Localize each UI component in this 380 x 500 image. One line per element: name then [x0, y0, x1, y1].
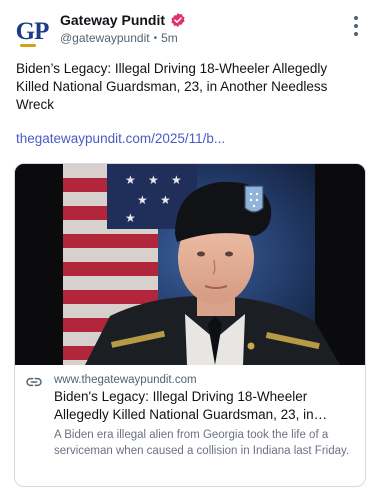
card-photo: ★ ★ ★ ★ ★ ★ [15, 164, 365, 365]
verified-badge-icon [170, 12, 186, 28]
svg-text:★: ★ [171, 173, 182, 187]
more-options-dot [354, 32, 358, 36]
card-title[interactable]: Biden's Legacy: Illegal Driving 18-Wheel… [54, 388, 359, 424]
svg-text:★: ★ [137, 193, 148, 207]
card-info[interactable]: www.thegatewaypundit.com Biden's Legacy:… [15, 365, 365, 486]
card-image[interactable]: ★ ★ ★ ★ ★ ★ [15, 164, 365, 365]
svg-text:★: ★ [160, 193, 171, 207]
post-link[interactable]: thegatewaypundit.com/2025/11/b... [16, 131, 225, 146]
more-options-button[interactable] [348, 16, 364, 36]
card-domain: www.thegatewaypundit.com [54, 374, 197, 386]
post[interactable]: GP Gateway Pundit @gatewaypundit • 5m Bi… [0, 0, 380, 500]
avatar-swoosh [20, 44, 36, 47]
author-name-line: Gateway Pundit [60, 12, 186, 28]
svg-text:★: ★ [125, 173, 136, 187]
avatar[interactable]: GP [14, 14, 50, 50]
author-meta-line: @gatewaypundit • 5m [60, 31, 178, 45]
link-preview-card[interactable]: ★ ★ ★ ★ ★ ★ www.thegatewaypundit.com Bid… [14, 163, 366, 487]
card-description: A Biden era illegal alien from Georgia t… [54, 429, 350, 457]
meta-separator: • [153, 32, 158, 44]
more-options-icon [354, 16, 358, 20]
post-text: Biden’s Legacy: Illegal Driving 18-Wheel… [16, 61, 328, 112]
avatar-logo-text: GP [15, 18, 50, 45]
more-options-dot [354, 24, 358, 28]
author-handle[interactable]: @gatewaypundit [60, 31, 150, 45]
author-display-name[interactable]: Gateway Pundit [60, 12, 165, 28]
svg-text:★: ★ [148, 173, 159, 187]
svg-text:★: ★ [125, 211, 136, 225]
post-time[interactable]: 5m [161, 31, 178, 45]
link-icon [26, 377, 42, 387]
